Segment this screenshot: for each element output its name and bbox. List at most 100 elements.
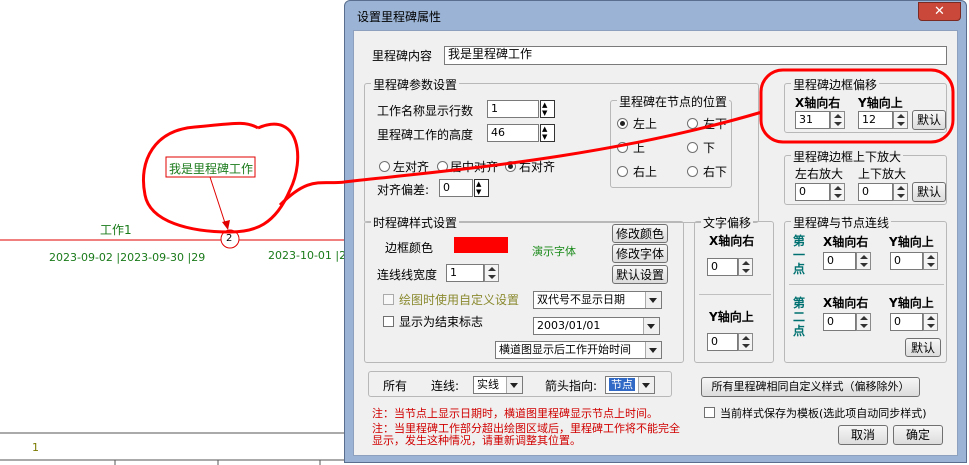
chevron-down-icon (645, 292, 661, 308)
border-color-swatch[interactable] (454, 237, 508, 253)
height-spinner[interactable] (540, 124, 555, 142)
pos-top-right-label: 右上 (633, 165, 658, 179)
line-settings-group: 所有 连线: 实线 箭头指向: 节点 (368, 371, 672, 397)
text-offset-x-spinner[interactable] (738, 258, 753, 276)
border-offset-x-spinner[interactable] (830, 111, 845, 129)
rows-input[interactable]: 1 (487, 100, 539, 118)
border-scale-ud-input[interactable]: 0 (858, 183, 893, 201)
position-group: 里程碑在节点的位置 左上 左下 上 下 右上 右下 (610, 93, 732, 188)
node-link-divider (789, 284, 944, 285)
modify-font-button[interactable]: 修改字体 (612, 244, 668, 263)
chevron-down-icon (638, 377, 654, 393)
border-offset-y-input[interactable]: 12 (858, 111, 893, 129)
line-width-input[interactable]: 1 (446, 264, 484, 282)
border-offset-default-button[interactable]: 默认 (912, 110, 946, 130)
connector-arrow-icon (222, 220, 230, 230)
dialog-client: 里程碑内容 我是里程碑工作 里程碑参数设置 工作名称显示行数 1 里程碑工作的高… (353, 30, 958, 456)
chevron-down-icon (645, 342, 661, 358)
default-settings-button[interactable]: 默认设置 (612, 265, 668, 284)
p1-y-spinner[interactable] (923, 252, 938, 270)
date-select[interactable]: 2003/01/01 (533, 317, 660, 335)
border-offset-y-spinner[interactable] (893, 111, 908, 129)
pos-top-label: 上 (633, 141, 646, 155)
modify-color-button[interactable]: 修改颜色 (612, 224, 668, 243)
offset-spinner[interactable] (474, 179, 489, 197)
align-right-radio[interactable] (505, 161, 516, 172)
show-end-checkbox[interactable] (383, 316, 394, 327)
line-type-select[interactable]: 实线 (473, 376, 523, 394)
gantt-mode-value: 横道图显示后工作开始时间 (499, 343, 631, 356)
content-input[interactable]: 我是里程碑工作 (444, 46, 947, 65)
p2-x-input[interactable]: 0 (823, 313, 856, 331)
p1-x-input[interactable]: 0 (823, 252, 856, 270)
border-scale-lr-input[interactable]: 0 (795, 183, 830, 201)
date-mode-value: 双代号不显示日期 (537, 293, 625, 306)
ok-button[interactable]: 确定 (893, 425, 943, 445)
close-button[interactable]: ✕ (918, 2, 961, 21)
date-mode-select[interactable]: 双代号不显示日期 (533, 291, 662, 309)
pos-bottom-right-radio[interactable] (687, 166, 698, 177)
position-group-title: 里程碑在节点的位置 (617, 93, 730, 110)
text-offset-y-input[interactable]: 0 (707, 333, 738, 351)
height-label: 里程碑工作的高度 (377, 128, 474, 142)
line-width-spinner[interactable] (484, 264, 499, 282)
apply-all-button[interactable]: 所有里程碑相同自定义样式（偏移除外） (701, 377, 920, 397)
pos-bottom-left-radio[interactable] (687, 118, 698, 129)
text-offset-y-spinner[interactable] (738, 333, 753, 351)
pos-top-left-radio[interactable] (617, 118, 628, 129)
pos-top-left-label: 左上 (633, 117, 658, 131)
node-link-default-button[interactable]: 默认 (905, 338, 941, 357)
save-template-checkbox[interactable] (704, 407, 715, 418)
border-offset-x-input[interactable]: 31 (795, 111, 830, 129)
gantt-mode-select[interactable]: 横道图显示后工作开始时间 (495, 341, 662, 359)
line-width-label: 连线线宽度 (377, 268, 438, 282)
params-group: 里程碑参数设置 工作名称显示行数 1 里程碑工作的高度 46 左对齐 居中对齐 … (364, 76, 759, 223)
demo-font-label: 演示字体 (532, 245, 576, 258)
p2-x-label: X轴向右 (823, 296, 869, 310)
p2-y-input[interactable]: 0 (890, 313, 923, 331)
align-center-radio[interactable] (437, 161, 448, 172)
text-offset-divider (699, 294, 771, 295)
params-group-title: 里程碑参数设置 (371, 76, 460, 93)
cancel-button[interactable]: 取消 (838, 425, 888, 445)
rows-label: 工作名称显示行数 (377, 104, 474, 118)
all-label: 所有 (383, 379, 408, 393)
content-label: 里程碑内容 (372, 49, 433, 63)
task-label: 工作1 (100, 223, 132, 237)
text-offset-y-label: Y轴向上 (709, 310, 754, 324)
border-scale-default-button[interactable]: 默认 (912, 182, 946, 202)
offset-input[interactable]: 0 (439, 179, 473, 197)
align-right-label: 右对齐 (519, 160, 556, 174)
height-input[interactable]: 46 (487, 124, 539, 142)
milestone-properties-dialog: 设置里程碑属性 ✕ 里程碑内容 我是里程碑工作 里程碑参数设置 工作名称显示行数… (344, 0, 967, 463)
pos-bottom-radio[interactable] (687, 142, 698, 153)
custom-draw-checkbox[interactable] (383, 294, 394, 305)
node-number: 2 (226, 233, 233, 244)
pos-top-radio[interactable] (617, 142, 628, 153)
pos-top-right-radio[interactable] (617, 166, 628, 177)
p2-y-spinner[interactable] (923, 313, 938, 331)
border-scale-lr-spinner[interactable] (830, 183, 845, 201)
text-offset-x-input[interactable]: 0 (707, 258, 738, 276)
show-end-label: 显示为结束标志 (399, 315, 484, 329)
arrow-target-select[interactable]: 节点 (605, 376, 655, 394)
p1-x-spinner[interactable] (856, 252, 871, 270)
border-color-label: 边框颜色 (385, 241, 434, 255)
border-offset-group: 里程碑边框偏移 X轴向右 Y轴向上 31 12 默认 (784, 76, 947, 133)
align-center-label: 居中对齐 (450, 160, 499, 174)
title-bar[interactable]: 设置里程碑属性 ✕ (345, 1, 966, 29)
arrow-label: 箭头指向: (545, 379, 598, 393)
border-offset-title: 里程碑边框偏移 (791, 76, 880, 93)
note-2: 注：当里程碑工作部分超出绘图区域后，里程碑工作将不能完全显示，发生这种情况，请重… (372, 422, 680, 447)
align-left-radio[interactable] (379, 161, 390, 172)
p1-y-input[interactable]: 0 (890, 252, 923, 270)
line-type-value: 实线 (477, 378, 499, 391)
pos-bottom-right-label: 右下 (703, 165, 728, 179)
pos-bottom-left-label: 左下 (703, 117, 728, 131)
p2-x-spinner[interactable] (856, 313, 871, 331)
custom-draw-label: 绘图时使用自定义设置 (399, 293, 520, 307)
border-scale-ud-label: 上下放大 (858, 167, 907, 181)
arrow-target-value: 节点 (609, 378, 635, 391)
border-scale-ud-spinner[interactable] (893, 183, 908, 201)
rows-spinner[interactable] (540, 100, 555, 118)
